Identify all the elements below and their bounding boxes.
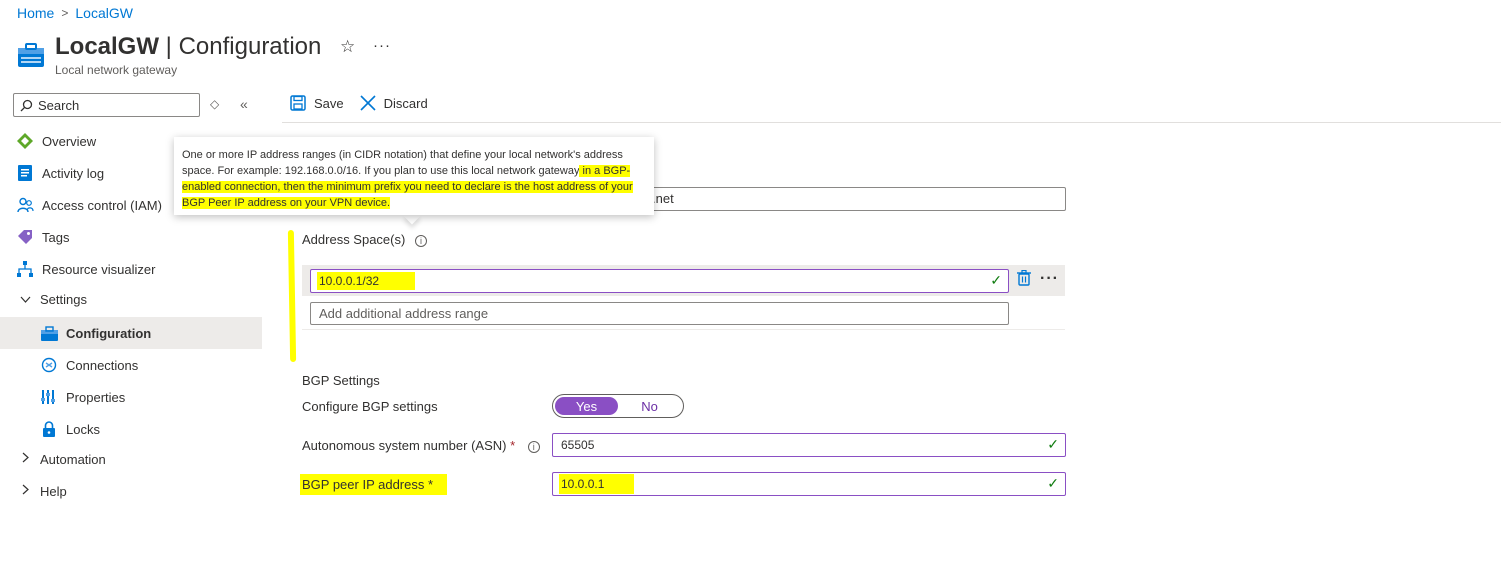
sidebar-item-label: Overview xyxy=(42,133,97,149)
asn-value: 65505 xyxy=(561,438,595,452)
lock-icon xyxy=(40,420,58,438)
bgp-peer-label-row: BGP peer IP address * xyxy=(300,474,448,495)
discard-label: Discard xyxy=(383,95,428,111)
sidebar-item-label: Configuration xyxy=(66,325,152,341)
bgp-peer-ip-value: 10.0.0.1 xyxy=(559,474,635,494)
toggle-yes-option[interactable]: Yes xyxy=(555,397,618,415)
search-icon xyxy=(20,99,33,111)
checkmark-icon: ✓ xyxy=(990,272,1002,288)
row-more-options-icon[interactable]: ··· xyxy=(1040,270,1059,288)
overview-icon xyxy=(16,132,34,150)
sidebar-item-label: Connections xyxy=(66,357,139,373)
sidebar-item-label: Properties xyxy=(66,389,126,405)
checkmark-icon: ✓ xyxy=(1047,436,1059,452)
asn-label-row: Autonomous system number (ASN) * i xyxy=(302,438,540,453)
highlight-marker xyxy=(287,229,297,363)
chevron-right-icon xyxy=(16,484,34,498)
breadcrumb-current-link[interactable]: LocalGW xyxy=(75,5,133,21)
address-range-value: 10.0.0.1/32 xyxy=(317,272,416,290)
sidebar-item-tags[interactable]: Tags xyxy=(0,221,262,253)
tag-icon xyxy=(16,228,34,246)
expand-collapse-icon[interactable]: ◇ xyxy=(210,97,219,111)
section-name: Configuration xyxy=(178,33,322,60)
breadcrumb-separator: > xyxy=(61,6,69,20)
hierarchy-icon xyxy=(16,260,34,278)
address-space-tooltip: One or more IP address ranges (in CIDR n… xyxy=(174,137,654,215)
sidebar-group-help[interactable]: Help xyxy=(0,475,262,507)
title-separator: | xyxy=(159,33,179,60)
required-marker: * xyxy=(510,438,516,453)
command-bar: Save Discard xyxy=(290,95,444,111)
sidebar-item-properties[interactable]: Properties xyxy=(0,381,262,413)
delete-icon[interactable] xyxy=(1017,270,1031,286)
address-divider xyxy=(302,329,1065,330)
sidebar-item-label: Resource visualizer xyxy=(42,261,156,277)
page-title: LocalGW | Configuration xyxy=(55,33,321,61)
bgp-settings-heading: BGP Settings xyxy=(302,373,380,388)
collapse-sidebar-icon[interactable]: « xyxy=(240,96,248,112)
activity-log-icon xyxy=(16,164,34,182)
resource-name: LocalGW xyxy=(55,33,160,60)
chevron-down-icon xyxy=(16,292,34,306)
local-network-gateway-icon xyxy=(18,43,44,67)
sidebar-group-settings[interactable]: Settings xyxy=(0,283,262,315)
toolbar-divider xyxy=(282,122,1501,123)
search-input[interactable] xyxy=(38,97,188,113)
discard-button[interactable]: Discard xyxy=(360,95,428,111)
sidebar-group-label: Settings xyxy=(40,291,87,307)
people-icon xyxy=(16,196,34,214)
sidebar-item-label: Locks xyxy=(66,421,100,437)
search-box[interactable] xyxy=(13,93,200,117)
breadcrumb: Home > LocalGW xyxy=(17,5,133,21)
configure-bgp-label: Configure BGP settings xyxy=(302,399,438,414)
info-icon[interactable]: i xyxy=(414,234,427,247)
sidebar-group-label: Help xyxy=(40,483,67,499)
tooltip-text: One or more IP address ranges (in CIDR n… xyxy=(182,149,623,177)
sidebar-group-label: Automation xyxy=(40,451,106,467)
connections-icon xyxy=(40,356,58,374)
checkmark-icon: ✓ xyxy=(1047,475,1059,491)
favorite-star-icon[interactable]: ☆ xyxy=(340,37,355,57)
close-icon xyxy=(360,95,376,111)
info-icon[interactable]: i xyxy=(527,440,540,453)
add-address-range-input[interactable] xyxy=(310,302,1009,325)
page-subtitle: Local network gateway xyxy=(55,63,178,77)
save-button[interactable]: Save xyxy=(290,95,344,111)
sidebar-item-resource-visualizer[interactable]: Resource visualizer xyxy=(0,253,262,285)
save-label: Save xyxy=(314,95,344,111)
chevron-right-icon xyxy=(16,452,34,466)
asn-input[interactable]: 65505 ✓ xyxy=(552,433,1066,457)
address-space-label: Address Space(s) xyxy=(302,232,406,247)
address-space-label-row: Address Space(s) i xyxy=(302,232,427,247)
sidebar-group-automation[interactable]: Automation xyxy=(0,443,262,475)
bgp-peer-ip-label: BGP peer IP address * xyxy=(300,474,448,495)
sidebar-item-connections[interactable]: Connections xyxy=(0,349,262,381)
more-options-icon[interactable]: ··· xyxy=(373,37,391,54)
toggle-no-option[interactable]: No xyxy=(618,397,681,415)
breadcrumb-home-link[interactable]: Home xyxy=(17,5,54,21)
configuration-icon xyxy=(40,324,58,342)
sidebar-item-label: Activity log xyxy=(42,165,105,181)
save-icon xyxy=(290,95,306,111)
properties-icon xyxy=(40,388,58,406)
sidebar-item-configuration[interactable]: Configuration xyxy=(0,317,262,349)
sidebar-item-label: Tags xyxy=(42,229,70,245)
configure-bgp-toggle[interactable]: Yes No xyxy=(552,394,684,418)
address-range-input[interactable]: 10.0.0.1/32 ✓ xyxy=(310,269,1009,293)
sidebar-item-label: Access control (IAM) xyxy=(42,197,162,213)
bgp-peer-ip-input[interactable]: 10.0.0.1 ✓ xyxy=(552,472,1066,496)
asn-label: Autonomous system number (ASN) xyxy=(302,438,507,453)
sidebar-item-locks[interactable]: Locks xyxy=(0,413,262,445)
